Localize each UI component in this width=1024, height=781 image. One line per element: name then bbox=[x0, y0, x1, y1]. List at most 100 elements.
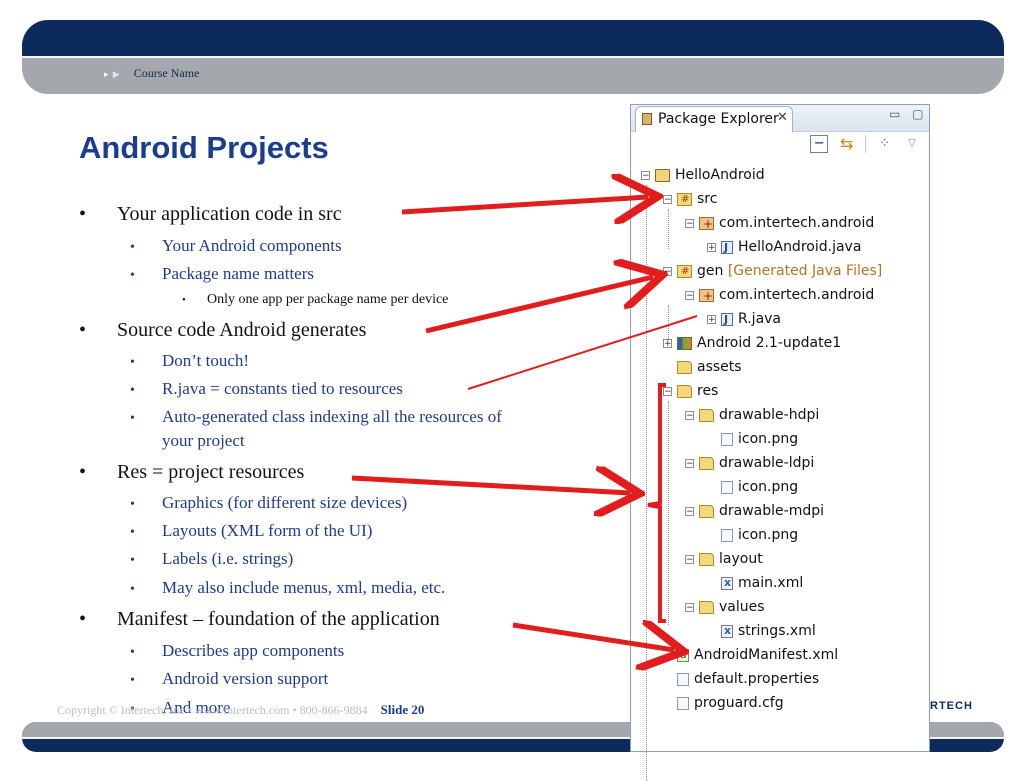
package-explorer-toolbar: − ⇆ ⁘ ▽ bbox=[805, 135, 921, 159]
collapse-icon[interactable]: − bbox=[663, 386, 672, 396]
file-icon bbox=[721, 480, 733, 494]
top-banner bbox=[22, 20, 1004, 94]
collapse-icon[interactable]: − bbox=[685, 602, 694, 612]
collapse-icon[interactable]: − bbox=[685, 506, 694, 516]
collapse-all-icon[interactable]: − bbox=[810, 135, 829, 153]
folder-icon bbox=[677, 360, 692, 374]
bullet-glyph: • bbox=[130, 673, 135, 688]
collapse-icon[interactable]: − bbox=[685, 458, 694, 468]
file-icon bbox=[677, 696, 689, 710]
tree-node[interactable]: − HelloAndroid bbox=[641, 165, 765, 185]
tree-node[interactable]: − drawable-ldpi bbox=[685, 453, 814, 473]
tree-node[interactable]: − drawable-hdpi bbox=[685, 405, 819, 425]
expand-icon[interactable]: + bbox=[663, 338, 672, 348]
bullet-glyph: • bbox=[79, 461, 87, 483]
tree-node[interactable]: main.xml bbox=[707, 573, 803, 593]
tree-node-label: res bbox=[697, 383, 719, 399]
collapse-icon[interactable]: − bbox=[663, 266, 672, 276]
tree-node[interactable]: − src bbox=[663, 189, 718, 210]
sub-bullet-item: • Android version support bbox=[130, 669, 328, 689]
slide-title: Android Projects bbox=[79, 130, 329, 165]
bullet-text: Source code Android generates bbox=[117, 319, 367, 341]
collapse-icon[interactable]: − bbox=[685, 218, 694, 228]
bullet-text: Your Android components bbox=[162, 236, 342, 255]
source-folder-icon bbox=[677, 190, 692, 210]
sub-bullet-item: • Layouts (XML form of the UI) bbox=[130, 521, 372, 541]
package-explorer-tab-label: Package Explorer bbox=[658, 111, 779, 127]
source-folder-icon bbox=[677, 262, 692, 282]
library-icon bbox=[677, 336, 692, 350]
collapse-icon[interactable]: − bbox=[641, 170, 650, 180]
tree-node[interactable]: assets bbox=[663, 357, 742, 377]
tree-node-label: icon.png bbox=[738, 479, 799, 495]
bullet-glyph: • bbox=[130, 411, 135, 426]
close-icon[interactable]: ✕ bbox=[777, 110, 788, 125]
bullet-glyph: • bbox=[79, 319, 87, 341]
course-name: Course Name bbox=[133, 66, 200, 80]
bullet-text: Your application code in src bbox=[117, 203, 342, 225]
collapse-icon[interactable]: − bbox=[663, 194, 672, 204]
tree-guide-line bbox=[668, 209, 669, 249]
filter-icon[interactable]: ⁘ bbox=[876, 135, 894, 153]
tree-node[interactable]: proguard.cfg bbox=[663, 693, 784, 713]
folder-icon bbox=[699, 456, 714, 470]
tree-node[interactable]: icon.png bbox=[707, 429, 798, 449]
tree-node[interactable]: + HelloAndroid.java bbox=[707, 237, 862, 258]
tree-node[interactable]: − com.intertech.android bbox=[685, 213, 874, 234]
breadcrumb-arrows-icon: ▸ ▶ bbox=[104, 69, 121, 79]
tree-node[interactable]: default.properties bbox=[663, 669, 819, 689]
view-menu-icon[interactable]: ▽ bbox=[903, 135, 921, 153]
tree-node[interactable]: + Android 2.1-update1 bbox=[663, 333, 841, 353]
tree-node[interactable]: AndroidManifest.xml bbox=[663, 645, 838, 665]
tree-node[interactable]: strings.xml bbox=[707, 621, 816, 641]
tree-node[interactable]: − drawable-mdpi bbox=[685, 501, 824, 521]
expand-icon[interactable]: + bbox=[707, 242, 716, 252]
top-banner-divider bbox=[22, 56, 1004, 58]
tree-node[interactable]: − layout bbox=[685, 549, 763, 569]
tree-node-note: [Generated Java Files] bbox=[727, 263, 883, 279]
link-with-editor-icon[interactable]: ⇆ bbox=[838, 135, 856, 153]
bullet-glyph: • bbox=[130, 240, 135, 255]
tree-node-label: main.xml bbox=[738, 575, 804, 591]
tree-guide-line bbox=[668, 401, 669, 625]
tree-node[interactable]: icon.png bbox=[707, 477, 798, 497]
tree-node[interactable]: − values bbox=[685, 597, 765, 617]
bullet-text: R.java = constants tied to resources bbox=[162, 379, 403, 398]
tree-node-label: AndroidManifest.xml bbox=[694, 647, 839, 663]
tree-node[interactable]: − com.intertech.android bbox=[685, 285, 874, 306]
minimize-maximize-buttons[interactable]: ▭ ▢ bbox=[889, 107, 928, 121]
package-explorer-tab[interactable]: Package Explorer ✕ bbox=[635, 106, 793, 132]
expand-icon[interactable]: + bbox=[707, 314, 716, 324]
tree-node-label: src bbox=[697, 191, 718, 207]
tree-node[interactable]: − gen [Generated Java Files] bbox=[663, 261, 883, 282]
tree-node-label: HelloAndroid.java bbox=[738, 239, 862, 255]
sub-bullet-item: • Labels (i.e. strings) bbox=[130, 549, 293, 569]
tree-node[interactable]: − res bbox=[663, 381, 718, 401]
collapse-icon[interactable]: − bbox=[685, 554, 694, 564]
arrow-gen bbox=[425, 277, 653, 334]
sub-bullet-continuation: your project bbox=[130, 431, 245, 451]
bullet-glyph: • bbox=[130, 525, 135, 540]
tree-node[interactable]: + R.java bbox=[707, 309, 781, 330]
top-banner-navy-band bbox=[22, 20, 1004, 56]
collapse-icon[interactable]: − bbox=[685, 410, 694, 420]
bullet-glyph: • bbox=[130, 268, 135, 283]
tree-node-label: drawable-ldpi bbox=[719, 455, 815, 471]
intertech-logo: RTECH bbox=[930, 700, 973, 712]
tree-node[interactable]: icon.png bbox=[707, 525, 798, 545]
bullet-text: Describes app components bbox=[162, 641, 345, 660]
folder-icon bbox=[699, 504, 714, 518]
bullet-text: Auto-generated class indexing all the re… bbox=[162, 407, 502, 426]
tree-node-label: Android 2.1-update1 bbox=[697, 335, 842, 351]
bullet-text: your project bbox=[162, 431, 245, 450]
bullet-text: Don’t touch! bbox=[162, 351, 250, 370]
sub-bullet-item: • Don’t touch! bbox=[130, 351, 249, 371]
tree-node-label: icon.png bbox=[738, 527, 799, 543]
collapse-icon[interactable]: − bbox=[685, 290, 694, 300]
java-file-icon bbox=[721, 310, 733, 330]
